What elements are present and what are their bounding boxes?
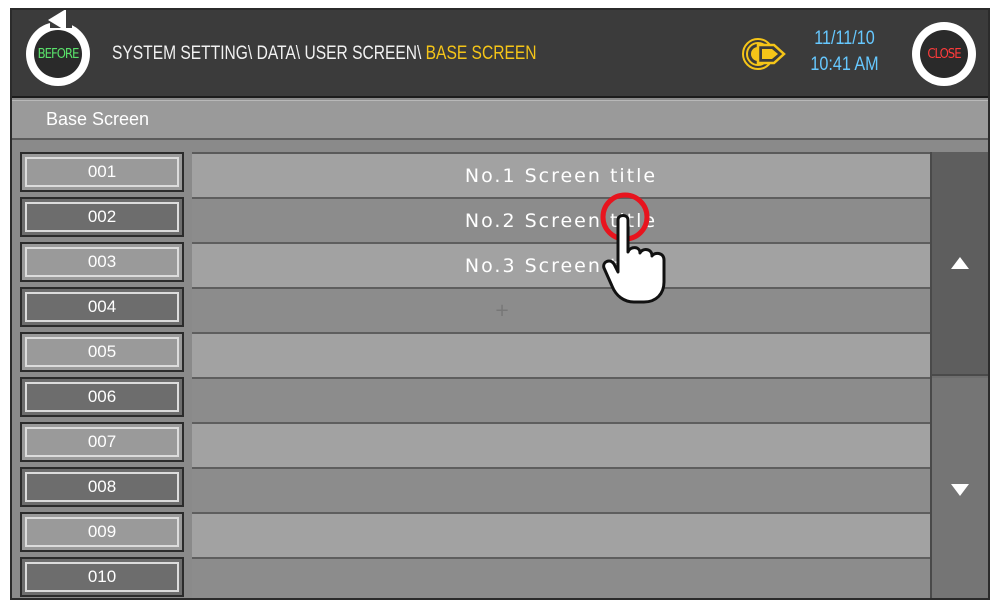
back-arrow-icon [48, 10, 66, 31]
screen-number-button[interactable]: 009 [20, 512, 184, 552]
crosshair-icon: + [494, 300, 510, 321]
screen-title-row[interactable] [192, 424, 930, 469]
arrow-down-icon [951, 484, 969, 496]
screen-number-button[interactable]: 010 [20, 557, 184, 597]
speaker-bell-icon[interactable] [742, 36, 790, 72]
screen-title-row[interactable] [192, 334, 930, 379]
screen-number-button[interactable]: 005 [20, 332, 184, 372]
screen-title-row[interactable] [192, 469, 930, 514]
screen-number-column: 001 002 003 004 005 006 007 008 009 010 [20, 152, 186, 598]
screen-number-label: 005 [25, 337, 179, 367]
screen-number-button[interactable]: 001 [20, 152, 184, 192]
time-text: 10:41 AM [810, 54, 879, 75]
screen-number-label: 008 [25, 472, 179, 502]
arrow-up-icon [951, 257, 969, 269]
close-button[interactable]: CLOSE [912, 22, 976, 86]
screen-number-button[interactable]: 004 [20, 287, 184, 327]
screen-number-button[interactable]: 006 [20, 377, 184, 417]
date-text: 11/11/10 [814, 28, 875, 49]
screen-title-row[interactable]: + [192, 289, 930, 334]
screen-title-row[interactable] [192, 559, 930, 598]
datetime: 11/11/10 10:41 AM [802, 26, 887, 78]
screen-title-list: No.1 Screen title No.2 Screen title No.3… [192, 152, 930, 598]
scroll-up-button[interactable] [932, 152, 988, 376]
screen-title-row[interactable]: No.3 Screen title [192, 244, 930, 289]
before-button-label: BEFORE [34, 30, 82, 78]
screen-title-row[interactable]: No.1 Screen title [192, 154, 930, 199]
screen-number-label: 001 [25, 157, 179, 187]
breadcrumb-path: SYSTEM SETTING\ DATA\ USER SCREEN\ [112, 43, 426, 64]
page-title: Base Screen [46, 109, 150, 129]
screen-title-row[interactable]: No.2 Screen title [192, 199, 930, 244]
before-button[interactable]: BEFORE [26, 22, 90, 86]
screen-number-button[interactable]: 007 [20, 422, 184, 462]
screen-number-label: 004 [25, 292, 179, 322]
screen-title-row[interactable] [192, 514, 930, 559]
header-bar: BEFORE SYSTEM SETTING\ DATA\ USER SCREEN… [12, 10, 988, 98]
scroll-down-button[interactable] [932, 378, 988, 598]
screen-number-button[interactable]: 003 [20, 242, 184, 282]
app-window: BEFORE SYSTEM SETTING\ DATA\ USER SCREEN… [10, 8, 990, 600]
scrollbar[interactable] [930, 152, 988, 598]
screen-title-row[interactable] [192, 379, 930, 424]
screen-number-label: 003 [25, 247, 179, 277]
screen-number-button[interactable]: 008 [20, 467, 184, 507]
breadcrumb: SYSTEM SETTING\ DATA\ USER SCREEN\ BASE … [112, 40, 536, 68]
breadcrumb-current: BASE SCREEN [425, 43, 537, 64]
close-button-label: CLOSE [920, 30, 968, 78]
screen-number-label: 006 [25, 382, 179, 412]
screen-number-label: 009 [25, 517, 179, 547]
screen-number-label: 007 [25, 427, 179, 457]
screen-number-button[interactable]: 002 [20, 197, 184, 237]
screen-number-label: 010 [25, 562, 179, 592]
screen-number-label: 002 [25, 202, 179, 232]
page-title-bar: Base Screen [12, 100, 988, 140]
